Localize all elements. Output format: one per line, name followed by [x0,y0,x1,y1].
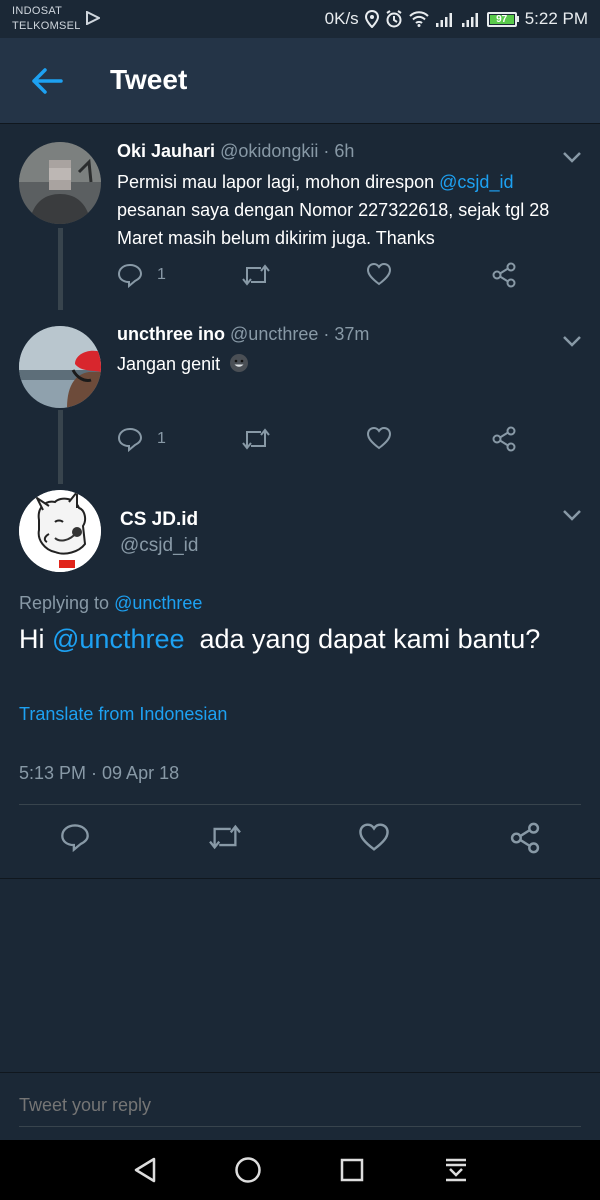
user-name[interactable]: uncthree ino [117,324,225,344]
heart-icon [366,426,392,450]
tweet-text: Permisi mau lapor lagi, mohon direspon @… [117,172,550,248]
share-button[interactable] [509,822,541,859]
avatar[interactable] [19,142,101,224]
tweet-header: Oki Jauhari @okidongkii · 6h [117,141,354,162]
divider [0,878,600,879]
reply-icon [117,263,143,288]
avatar[interactable] [19,490,101,572]
signal-icon-1 [435,11,455,27]
reply-icon [117,427,143,452]
heart-icon [366,262,392,286]
heart-icon [359,823,389,851]
divider [19,804,581,805]
tweet-uncthree[interactable]: uncthree ino @uncthree · 37m Jangan geni… [0,310,600,484]
tweet-timestamp: 5:13 PM · 09 Apr 18 [19,763,180,783]
nav-notifications-button[interactable] [441,1155,471,1185]
chevron-down-icon[interactable] [562,150,582,164]
retweet-button[interactable] [241,262,271,288]
back-button[interactable] [28,62,66,100]
tweet-actions: 1 [117,426,537,456]
retweet-icon [209,824,241,850]
thread-line [58,410,63,484]
triangle-back-icon [134,1157,156,1183]
arrow-left-icon [32,68,63,94]
tweet-actions: 1 [117,262,537,292]
user-handle[interactable]: @csjd_id [120,535,198,557]
user-handle[interactable]: @okidongkii [220,141,318,161]
main-tweet-actions [0,822,600,862]
nav-home-button[interactable] [233,1155,263,1185]
status-icons: 0K/s 97 5:22 PM [325,8,588,30]
tweet-text: Hi @uncthree ada yang dapat kami bantu? [19,624,541,654]
reply-button[interactable]: 1 [117,262,166,288]
share-icon [492,262,516,288]
avatar[interactable] [19,326,101,408]
wifi-icon [408,11,429,27]
chevron-down-icon[interactable] [562,334,582,348]
circle-home-icon [235,1157,261,1183]
retweet-icon [242,428,270,450]
share-icon [492,426,516,452]
reply-bar [0,1072,600,1140]
tweet-text: Jangan genit [117,350,567,381]
reply-count: 1 [157,430,166,447]
chevron-down-icon[interactable] [562,508,582,522]
like-button[interactable] [366,426,392,450]
retweet-button[interactable] [207,822,243,857]
share-button[interactable] [491,262,517,288]
pull-down-icon [446,1158,466,1182]
mention-link[interactable]: @uncthree [52,624,184,654]
reply-icon [61,824,89,853]
square-recents-icon [340,1158,364,1182]
replying-to: Replying to @uncthree [19,593,203,613]
main-tweet [0,484,600,880]
data-arrow-icon [86,10,102,30]
signal-icon-2 [461,11,481,27]
battery-icon: 97 [486,11,519,27]
grin-emoji-icon [229,353,249,381]
reply-input[interactable] [19,1095,581,1127]
like-button[interactable] [366,262,392,286]
page-title: Tweet [110,64,188,95]
thread-line [58,228,63,310]
reply-button[interactable]: 1 [117,426,166,452]
nav-back-button[interactable] [130,1155,160,1185]
user-name[interactable]: CS JD.id [120,509,198,531]
tweet-header: uncthree ino @uncthree · 37m [117,324,369,345]
location-icon [364,10,379,28]
share-icon [510,822,540,854]
reply-count: 1 [157,266,166,283]
reply-button[interactable] [60,822,90,857]
tweet-time: · 37m [318,324,370,344]
app-header: Tweet [0,38,600,124]
mention-link[interactable]: @csjd_id [439,172,513,192]
status-time: 5:22 PM [524,9,588,28]
alarm-icon [385,10,403,28]
user-name[interactable]: Oki Jauhari [117,141,215,161]
replying-to-link[interactable]: @uncthree [114,593,202,613]
user-handle[interactable]: @uncthree [230,324,318,344]
system-nav-bar [0,1140,600,1200]
tweet-time: · 6h [318,141,355,161]
network-speed: 0K/s [324,9,359,28]
carrier-names: INDOSAT TELKOMSEL [12,4,81,34]
status-bar: INDOSAT TELKOMSEL 0K/s 97 5:22 PM [0,0,600,38]
retweet-button[interactable] [241,426,271,452]
tweet-oki[interactable]: Oki Jauhari @okidongkii · 6h Permisi mau… [0,124,600,310]
carrier-1: INDOSAT [12,5,63,17]
carrier-2: TELKOMSEL [12,20,81,32]
translate-link[interactable]: Translate from Indonesian [19,704,227,725]
share-button[interactable] [491,426,517,452]
nav-recents-button[interactable] [337,1155,367,1185]
like-button[interactable] [358,822,390,857]
retweet-icon [242,264,270,286]
battery-level: 97 [489,14,514,24]
